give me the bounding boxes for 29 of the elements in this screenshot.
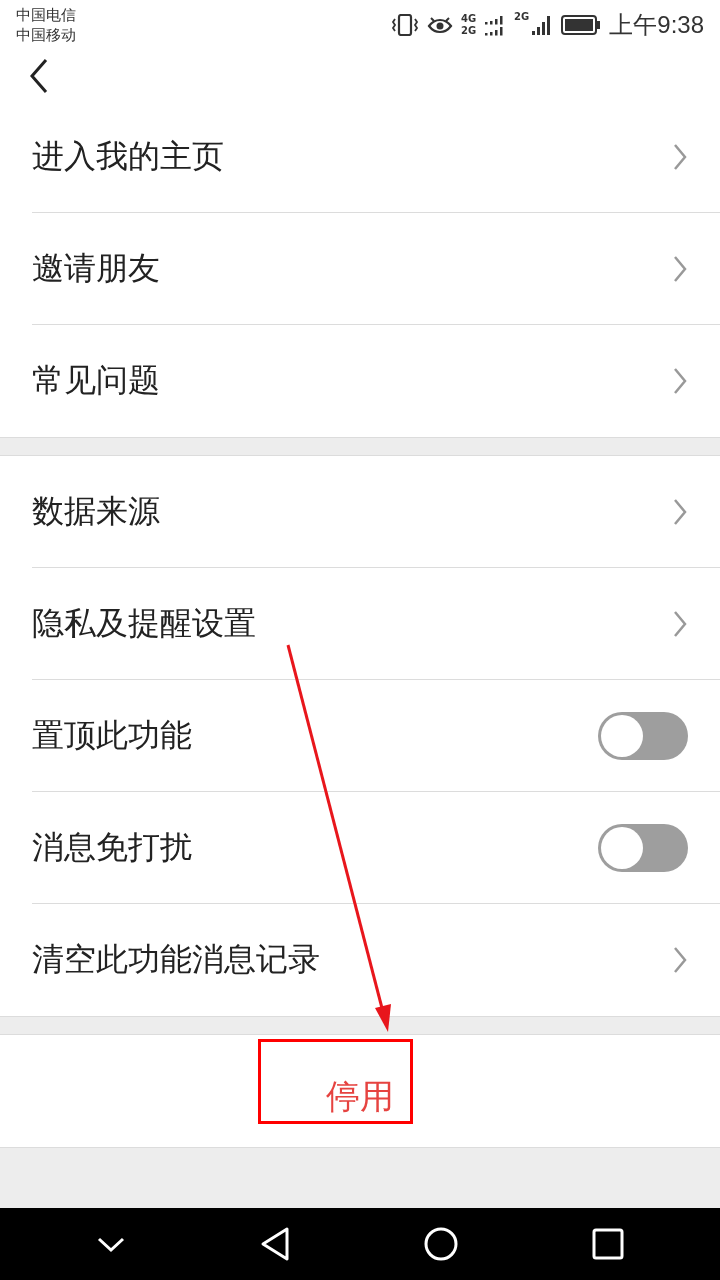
settings-label[interactable]: 邀请朋友 <box>32 246 160 291</box>
recents-square-icon[interactable] <box>591 1228 624 1260</box>
disable-button[interactable]: 停用 <box>318 1070 402 1124</box>
network-label: 2G <box>514 11 530 22</box>
battery-icon <box>561 15 602 35</box>
status-time: 上午9:38 <box>609 10 704 40</box>
carrier-name: 中国电信 <box>16 5 76 25</box>
toggle-switch[interactable] <box>598 711 688 760</box>
network-label: 2G <box>460 25 477 37</box>
chevron-right-icon[interactable] <box>672 497 688 526</box>
chevron-right-icon[interactable] <box>672 142 688 171</box>
settings-label[interactable]: 常见问题 <box>32 359 160 403</box>
settings-label[interactable]: 进入我的主页 <box>32 134 224 179</box>
eye-icon <box>426 15 453 35</box>
chevron-right-icon[interactable] <box>672 609 688 638</box>
settings-label[interactable]: 置顶此功能 <box>32 713 192 758</box>
settings-label[interactable]: 数据来源 <box>32 489 160 534</box>
settings-label[interactable]: 清空此功能消息记录 <box>32 938 320 982</box>
toggle-switch[interactable] <box>598 823 688 872</box>
chevron-right-icon[interactable] <box>672 254 688 283</box>
back-icon[interactable] <box>28 57 50 94</box>
settings-label[interactable]: 隐私及提醒设置 <box>32 601 256 646</box>
chevron-right-icon[interactable] <box>672 946 688 974</box>
network-label: 4G <box>460 13 477 25</box>
carrier-name: 中国移动 <box>16 25 76 45</box>
chevron-right-icon[interactable] <box>672 367 688 395</box>
settings-label[interactable]: 消息免打扰 <box>32 825 192 870</box>
home-circle-icon[interactable] <box>423 1226 460 1262</box>
vibrate-icon <box>390 14 419 36</box>
